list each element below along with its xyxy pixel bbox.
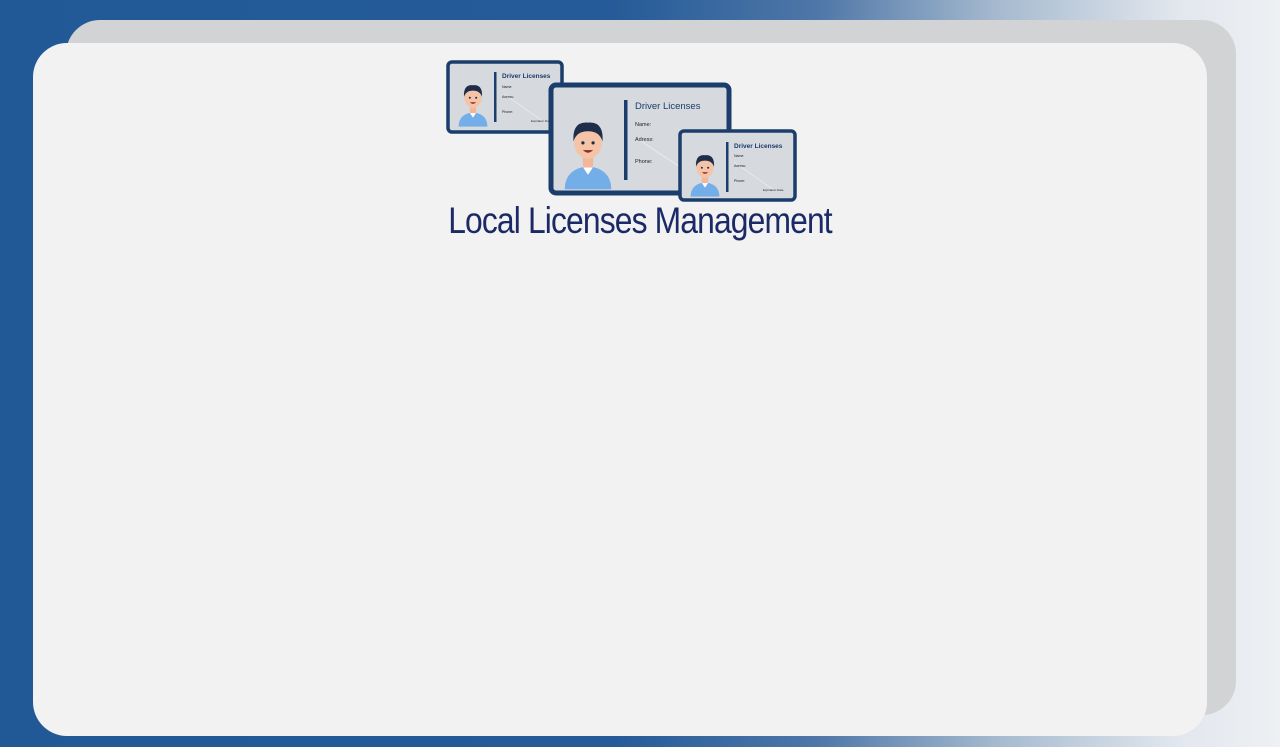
license-card-small-right: Driver Licenses Name: Adress: Phone: Exp…: [678, 129, 797, 202]
page-title: Local Licenses Management: [448, 200, 832, 241]
card-field-phone: Phone:: [635, 159, 653, 165]
card-field-address: Adress:: [635, 137, 654, 143]
card-field-name: Name:: [734, 154, 744, 158]
card-field-phone: Phone:: [502, 110, 513, 114]
card-field-phone: Phone:: [734, 179, 745, 183]
card-title-text: Driver Licenses: [635, 101, 701, 112]
card-field-name: Name:: [635, 122, 652, 128]
driver-license-cards-icon: Driver Licenses Name: Adress: Phone: Exp…: [444, 58, 800, 206]
card-title-text: Driver Licenses: [502, 73, 551, 80]
card-field-address: Adress:: [502, 95, 514, 99]
card-field-expiration: Expiration Date: [763, 188, 784, 192]
license-card-small-left: Driver Licenses Name: Adress: Phone: Exp…: [446, 60, 564, 134]
card-title-text: Driver Licenses: [734, 143, 783, 150]
card-field-address: Adress:: [734, 164, 746, 168]
card-field-name: Name:: [502, 85, 512, 89]
